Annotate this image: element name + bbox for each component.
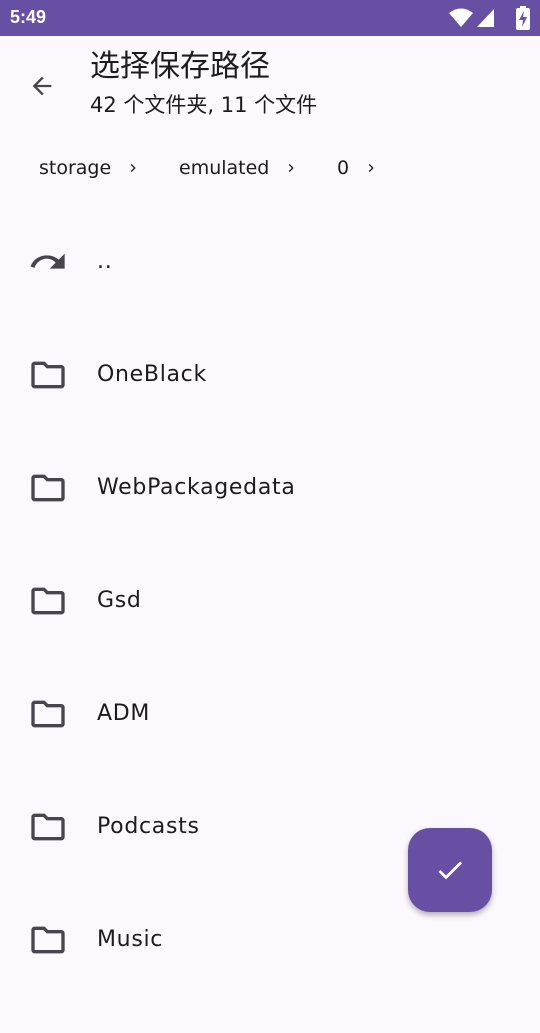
breadcrumb-item-0[interactable]: 0 <box>337 150 379 186</box>
status-bar: 5:49 <box>0 0 540 36</box>
wifi-icon <box>449 8 473 27</box>
signal-icon <box>477 9 494 27</box>
folder-icon <box>31 587 65 615</box>
list-item[interactable]: Music <box>0 920 540 1033</box>
chevron-right-icon <box>289 164 295 172</box>
back-button[interactable] <box>20 64 64 108</box>
folder-name: Music <box>97 927 164 952</box>
list-item[interactable]: OneBlack <box>0 355 540 468</box>
undo-icon <box>30 253 65 269</box>
parent-directory-row[interactable]: .. <box>0 242 540 355</box>
folder-icon <box>31 700 65 728</box>
arrow-back-icon <box>32 76 52 96</box>
list-item[interactable]: ADM <box>0 694 540 807</box>
chevron-right-icon <box>130 164 136 172</box>
folder-name: Gsd <box>97 588 142 613</box>
app-bar: 选择保存路径 42 个文件夹, 11 个文件 <box>0 36 540 136</box>
folder-file-count: 42 个文件夹, 11 个文件 <box>90 93 318 117</box>
folder-name: Podcasts <box>97 814 200 839</box>
breadcrumb-item-storage[interactable]: storage <box>39 150 141 186</box>
battery-charging-icon <box>516 6 530 30</box>
folder-name: ADM <box>97 701 151 726</box>
list-item[interactable]: Gsd <box>0 581 540 694</box>
confirm-fab-button[interactable] <box>408 828 492 912</box>
breadcrumb-item-emulated[interactable]: emulated <box>179 150 299 186</box>
breadcrumb-label: emulated <box>179 157 270 179</box>
parent-directory-label: .. <box>97 249 113 274</box>
folder-icon <box>31 474 65 502</box>
page-title: 选择保存路径 <box>90 49 270 84</box>
status-time: 5:49 <box>10 7 47 27</box>
folder-name: WebPackagedata <box>97 475 296 500</box>
chevron-right-icon <box>368 164 374 172</box>
breadcrumb: storage emulated 0 <box>0 150 540 186</box>
folder-icon <box>31 926 65 954</box>
folder-icon <box>31 813 65 841</box>
check-icon <box>438 861 462 880</box>
list-item[interactable]: WebPackagedata <box>0 468 540 581</box>
breadcrumb-label: storage <box>39 157 112 179</box>
folder-name: OneBlack <box>97 362 207 387</box>
breadcrumb-label: 0 <box>337 157 350 179</box>
folder-icon <box>31 361 65 389</box>
